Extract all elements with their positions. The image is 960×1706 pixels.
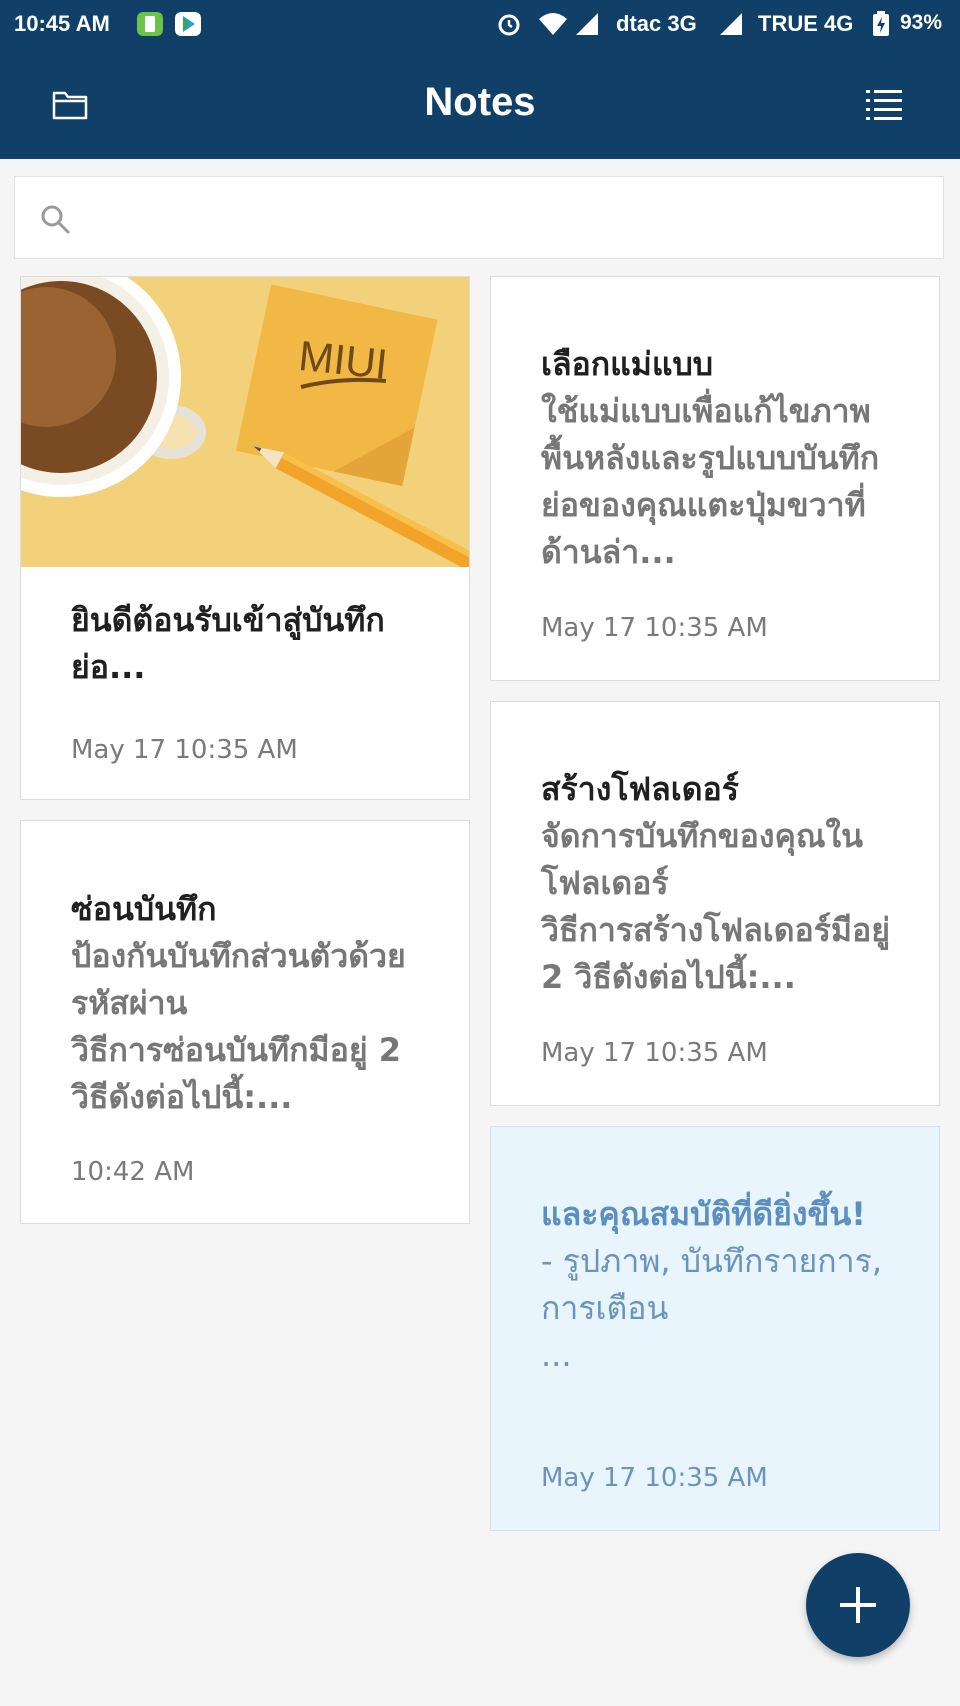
signal-icon-1 xyxy=(574,11,600,43)
wifi-icon xyxy=(538,11,568,43)
note-illustration: MIUI xyxy=(21,277,469,567)
note-preview: จัดการบันทึกของคุณในโฟลเดอร์ วิธีการสร้า… xyxy=(541,817,890,996)
note-title: ยินดีต้อนรับเข้าสู่บันทึกย่อ... xyxy=(71,601,385,686)
note-title: และคุณสมบัติที่ดียิ่งขึ้น! xyxy=(541,1195,866,1233)
battery-percent: 93% xyxy=(900,11,943,34)
add-note-button[interactable] xyxy=(806,1553,910,1657)
status-bar: 10:45 AM dtac 3G TRUE 4G 93% xyxy=(0,0,960,48)
search-icon xyxy=(41,205,70,234)
play-store-icon xyxy=(174,11,202,43)
note-date: May 17 10:35 AM xyxy=(71,735,298,765)
note-date: 10:42 AM xyxy=(71,1157,195,1187)
note-preview: ป้องกันบันทึกส่วนตัวด้วยรหัสผ่าน วิธีการ… xyxy=(71,937,406,1116)
battery-app-icon xyxy=(136,11,164,43)
list-view-icon[interactable] xyxy=(866,88,902,124)
note-card[interactable]: เลือกแม่แบบ ใช้แม่แบบเพื่อแก้ไขภาพพื้นหล… xyxy=(490,276,940,681)
carrier-1: dtac 3G xyxy=(616,11,697,36)
note-preview: ใช้แม่แบบเพื่อแก้ไขภาพพื้นหลังและรูปแบบบ… xyxy=(541,392,880,571)
note-card[interactable]: MIUI ยินดีต้อนรับเข้าสู่บันทึกย่อ... May… xyxy=(20,276,470,800)
note-title: สร้างโฟลเดอร์ xyxy=(541,770,739,808)
signal-icon-2 xyxy=(718,11,744,43)
note-date: May 17 10:35 AM xyxy=(541,1463,768,1493)
note-card[interactable]: สร้างโฟลเดอร์ จัดการบันทึกของคุณในโฟลเดอ… xyxy=(490,701,940,1106)
battery-icon xyxy=(872,11,890,43)
note-preview: - รูปภาพ, บันทึกรายการ, การเตือน ... xyxy=(541,1242,882,1374)
note-card[interactable]: ซ่อนบันทึก ป้องกันบันทึกส่วนตัวด้วยรหัสผ… xyxy=(20,820,470,1224)
note-title: เลือกแม่แบบ xyxy=(541,345,714,383)
status-time: 10:45 AM xyxy=(14,11,110,36)
carrier-2: TRUE 4G xyxy=(758,11,854,36)
note-card[interactable]: และคุณสมบัติที่ดียิ่งขึ้น! - รูปภาพ, บัน… xyxy=(490,1126,940,1531)
plus-icon xyxy=(840,1587,876,1623)
search-bar[interactable] xyxy=(14,176,944,259)
page-title: Notes xyxy=(424,80,536,124)
note-date: May 17 10:35 AM xyxy=(541,1038,768,1068)
note-date: May 17 10:35 AM xyxy=(541,613,768,643)
alarm-icon xyxy=(496,11,522,43)
note-title: ซ่อนบันทึก xyxy=(71,890,217,928)
app-bar: Notes xyxy=(0,48,960,159)
